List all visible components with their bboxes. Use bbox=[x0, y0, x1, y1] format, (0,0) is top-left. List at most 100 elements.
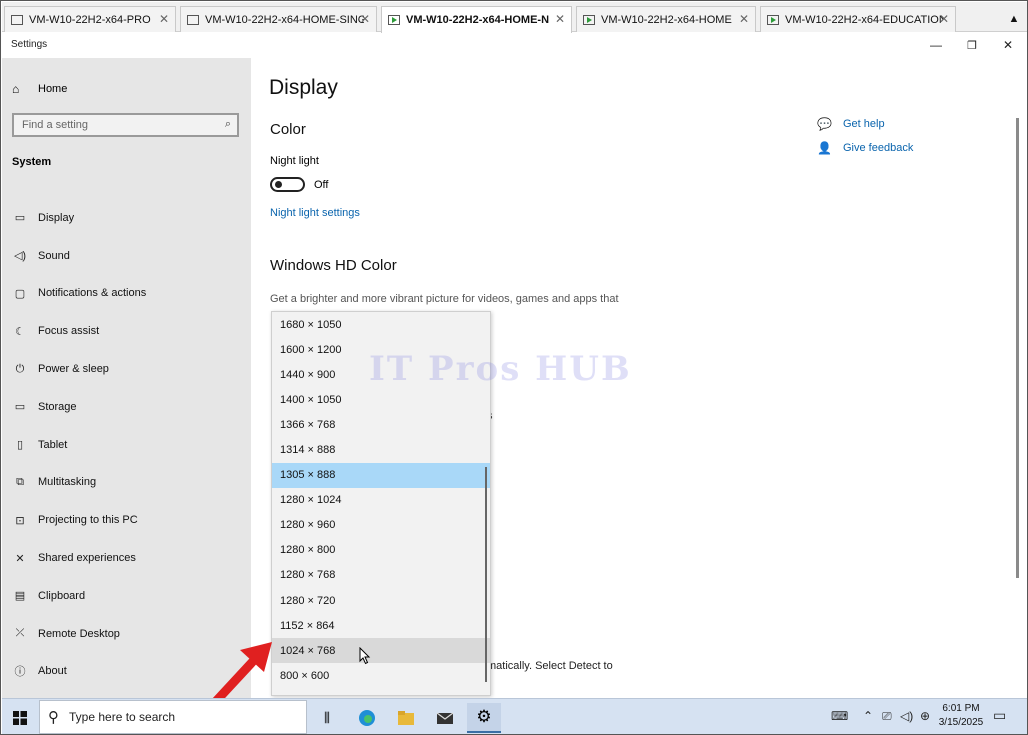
tab-scroll-up-icon[interactable]: ▲ bbox=[1002, 6, 1026, 32]
close-button[interactable]: ✕ bbox=[991, 34, 1025, 56]
monitor-icon: ▭ bbox=[14, 212, 26, 225]
resolution-option[interactable]: 1314 × 888 bbox=[272, 437, 490, 462]
restore-button[interactable]: ❐ bbox=[955, 34, 989, 56]
vm-icon bbox=[187, 14, 199, 25]
night-light-label: Night light bbox=[270, 155, 319, 167]
night-light-toggle[interactable] bbox=[270, 177, 305, 192]
sidebar-item-storage[interactable]: ▭ Storage bbox=[12, 388, 247, 426]
folder-icon bbox=[398, 711, 414, 725]
vm-tab-pro[interactable]: VM-W10-22H2-x64-PRO ✕ bbox=[4, 6, 176, 32]
sidebar-item-label: Storage bbox=[38, 400, 77, 413]
clock-date: 3/15/2025 bbox=[938, 717, 984, 728]
volume-icon[interactable]: ◁) bbox=[900, 709, 913, 723]
taskbar: ⚲ Type here to search ⫼ ⚙ ⌨ ⌃ ⎚ ◁) ⊕ 6:0… bbox=[2, 698, 1027, 734]
task-view-button[interactable]: ⫼ bbox=[310, 703, 344, 733]
resolution-option[interactable]: 1152 × 864 bbox=[272, 613, 490, 638]
resolution-option[interactable]: 1400 × 1050 bbox=[272, 387, 490, 412]
vm-running-icon bbox=[583, 14, 595, 25]
settings-taskbar-button[interactable]: ⚙ bbox=[467, 703, 501, 733]
clock-time: 6:01 PM bbox=[942, 703, 980, 714]
dropdown-scrollbar[interactable] bbox=[485, 467, 487, 682]
resolution-option[interactable]: 1280 × 720 bbox=[272, 588, 490, 613]
color-heading: Color bbox=[270, 121, 306, 138]
taskbar-search-box[interactable]: ⚲ Type here to search bbox=[39, 700, 307, 734]
sidebar-item-display[interactable]: ▭ Display bbox=[12, 199, 247, 237]
resolution-option[interactable]: 1280 × 1024 bbox=[272, 488, 490, 513]
info-icon: ⓘ bbox=[14, 666, 26, 679]
settings-sidebar: ⌂ Home Find a setting ⌕ System ▭ Display … bbox=[2, 58, 251, 698]
sidebar-item-label: Remote Desktop bbox=[38, 627, 120, 640]
sidebar-item-multitasking[interactable]: ⧉ Multitasking bbox=[12, 464, 247, 502]
mail-button[interactable] bbox=[428, 703, 462, 733]
taskbar-search-placeholder: Type here to search bbox=[69, 710, 176, 724]
sidebar-item-focus-assist[interactable]: ☾ Focus assist bbox=[12, 312, 247, 350]
moon-icon: ☾ bbox=[15, 325, 25, 338]
vm-icon bbox=[11, 14, 23, 25]
vm-tab-label: VM-W10-22H2-x64-PRO bbox=[29, 13, 151, 26]
hd-color-heading: Windows HD Color bbox=[270, 257, 397, 274]
gear-icon: ⚙ bbox=[476, 707, 492, 726]
get-help-link[interactable]: 💬 Get help bbox=[817, 112, 913, 136]
window-title: Settings bbox=[11, 39, 48, 50]
close-tab-icon[interactable]: ✕ bbox=[939, 12, 949, 26]
projector-icon: ⊡ bbox=[15, 514, 25, 527]
meet-now-icon[interactable]: ⎚ bbox=[882, 709, 892, 724]
vm-tab-home-n[interactable]: VM-W10-22H2-x64-HOME-N ✕ bbox=[381, 6, 572, 33]
vm-tab-strip: VM-W10-22H2-x64-PRO ✕ VM-W10-22H2-x64-HO… bbox=[2, 2, 1027, 33]
resolution-option-hovered[interactable]: 1024 × 768 bbox=[272, 638, 490, 664]
sidebar-item-label: Shared experiences bbox=[38, 552, 136, 565]
search-icon: ⌕ bbox=[224, 118, 231, 130]
notification-center-icon[interactable]: ▭ bbox=[993, 707, 1006, 724]
start-button[interactable] bbox=[2, 699, 37, 734]
night-light-settings-link[interactable]: Night light settings bbox=[270, 207, 360, 219]
sidebar-item-shared-experiences[interactable]: ✕ Shared experiences bbox=[12, 539, 247, 577]
close-tab-icon[interactable]: ✕ bbox=[739, 12, 749, 26]
close-tab-icon[interactable]: ✕ bbox=[159, 12, 169, 26]
edge-icon bbox=[359, 710, 375, 726]
sidebar-item-tablet[interactable]: ▯ Tablet bbox=[12, 426, 247, 464]
sidebar-item-notifications[interactable]: ▢ Notifications & actions bbox=[12, 275, 247, 313]
close-tab-icon[interactable]: ✕ bbox=[555, 12, 565, 26]
taskbar-clock[interactable]: 6:01 PM 3/15/2025 bbox=[936, 702, 986, 730]
keyboard-icon[interactable]: ⌨ bbox=[831, 709, 848, 723]
network-globe-icon[interactable]: ⊕ bbox=[920, 709, 930, 723]
power-icon: ⏻ bbox=[15, 362, 25, 375]
vm-tab-home-single[interactable]: VM-W10-22H2-x64-HOME-SING... ✕ bbox=[180, 6, 377, 32]
tablet-icon: ▯ bbox=[16, 439, 24, 452]
resolution-option-selected[interactable]: 1305 × 888 bbox=[272, 462, 490, 488]
sidebar-item-label: Notifications & actions bbox=[38, 287, 147, 300]
sidebar-item-home[interactable]: ⌂ Home bbox=[12, 82, 67, 96]
sidebar-section-title: System bbox=[12, 156, 52, 168]
vm-tab-label: VM-W10-22H2-x64-EDUCATION-N bbox=[785, 13, 943, 26]
edge-button[interactable] bbox=[350, 703, 384, 733]
sidebar-item-sound[interactable]: ◁) Sound bbox=[12, 237, 247, 275]
minimize-button[interactable]: — bbox=[919, 34, 953, 56]
resolution-option[interactable]: 1280 × 960 bbox=[272, 513, 490, 538]
night-light-state: Off bbox=[314, 179, 329, 191]
close-tab-icon[interactable]: ✕ bbox=[360, 12, 370, 26]
vm-tab-home[interactable]: VM-W10-22H2-x64-HOME ✕ bbox=[576, 6, 756, 32]
resolution-option[interactable]: 800 × 600 bbox=[272, 663, 490, 688]
help-chat-icon: 💬 bbox=[817, 117, 832, 131]
vm-tab-education-n[interactable]: VM-W10-22H2-x64-EDUCATION-N ✕ bbox=[760, 6, 956, 32]
sidebar-item-power-sleep[interactable]: ⏻ Power & sleep bbox=[12, 350, 247, 388]
windows-logo-icon bbox=[12, 710, 27, 725]
resolution-option[interactable]: 1680 × 1050 bbox=[272, 312, 490, 337]
window-titlebar: Settings — ❐ ✕ bbox=[2, 32, 1027, 58]
give-feedback-link[interactable]: 👤 Give feedback bbox=[817, 136, 913, 160]
show-hidden-icons-icon[interactable]: ⌃ bbox=[863, 709, 873, 723]
vm-tab-label: VM-W10-22H2-x64-HOME-SING... bbox=[205, 13, 364, 26]
file-explorer-button[interactable] bbox=[389, 703, 423, 733]
sidebar-item-projecting[interactable]: ⊡ Projecting to this PC bbox=[12, 501, 247, 539]
get-help-label: Get help bbox=[843, 118, 885, 130]
find-setting-input[interactable]: Find a setting ⌕ bbox=[12, 113, 239, 137]
resolution-option[interactable]: 1366 × 768 bbox=[272, 412, 490, 437]
resolution-option[interactable]: 1280 × 768 bbox=[272, 563, 490, 588]
multitasking-icon: ⧉ bbox=[16, 475, 24, 488]
page-scrollbar[interactable] bbox=[1016, 118, 1019, 578]
resolution-option[interactable]: 1280 × 800 bbox=[272, 538, 490, 563]
vm-tab-label: VM-W10-22H2-x64-HOME bbox=[601, 13, 732, 26]
sidebar-item-clipboard[interactable]: ▤ Clipboard bbox=[12, 577, 247, 615]
sidebar-item-label: About bbox=[38, 665, 67, 678]
mail-icon bbox=[436, 712, 454, 724]
